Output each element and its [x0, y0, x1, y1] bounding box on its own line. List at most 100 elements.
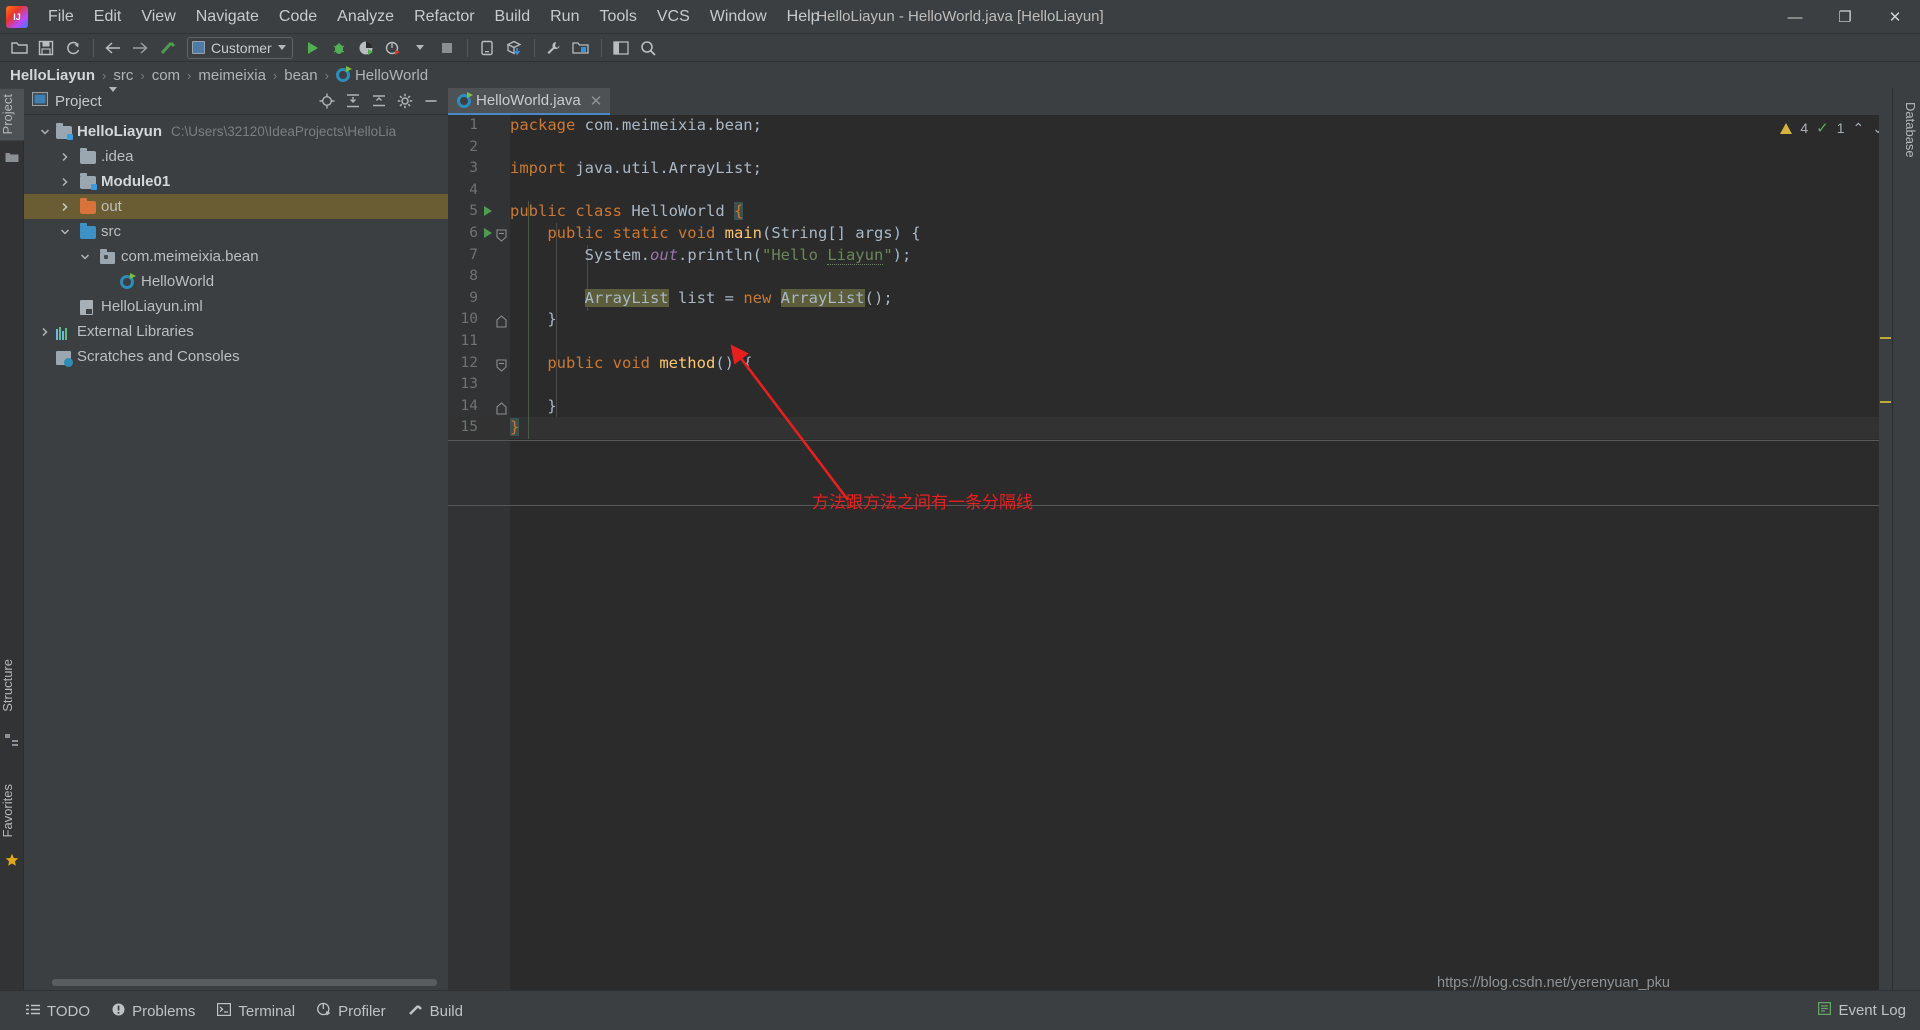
tree-item-package[interactable]: com.meimeixia.bean: [24, 244, 448, 269]
menu-analyze[interactable]: Analyze: [327, 4, 404, 30]
menu-build[interactable]: Build: [485, 4, 541, 30]
folder-icon[interactable]: [5, 150, 19, 164]
menu-window[interactable]: Window: [700, 4, 777, 30]
run-gutter-icon[interactable]: [484, 227, 492, 238]
tree-item-helloliayun[interactable]: HelloLiayun C:\Users\32120\IdeaProjects\…: [24, 119, 448, 144]
close-button[interactable]: ✕: [1870, 0, 1920, 34]
profile-icon[interactable]: [380, 36, 406, 60]
tree-item-iml-file[interactable]: HelloLiayun.iml: [24, 294, 448, 319]
menu-vcs[interactable]: VCS: [647, 4, 700, 30]
code-line[interactable]: 15}: [448, 417, 1892, 439]
tree-item-module01[interactable]: Module01: [24, 169, 448, 194]
open-folder-icon[interactable]: [6, 36, 32, 60]
tree-item-scratches[interactable]: Scratches and Consoles: [24, 344, 448, 369]
menu-run[interactable]: Run: [540, 4, 589, 30]
locate-icon[interactable]: [314, 90, 340, 112]
menu-code[interactable]: Code: [269, 4, 327, 30]
status-terminal[interactable]: Terminal: [217, 1003, 295, 1020]
code-line[interactable]: 5 public class HelloWorld {: [448, 201, 1892, 223]
code-line[interactable]: 12 public void method() {: [448, 353, 1892, 375]
forward-arrow-icon[interactable]: [127, 36, 153, 60]
breadcrumb-item-project[interactable]: HelloLiayun: [10, 67, 95, 84]
fold-close-icon[interactable]: [496, 313, 507, 328]
debug-icon[interactable]: [326, 36, 352, 60]
code-line[interactable]: 7 System.out.println("Hello Liayun");: [448, 245, 1892, 267]
layout-icon[interactable]: [608, 36, 634, 60]
code-line[interactable]: 9 ArrayList list = new ArrayList();: [448, 288, 1892, 310]
code-line[interactable]: 10 }: [448, 309, 1892, 331]
update-project-icon[interactable]: [501, 36, 527, 60]
run-configuration-selector[interactable]: Customer: [187, 36, 293, 59]
tree-item-external-libraries[interactable]: External Libraries: [24, 319, 448, 344]
structure-icon[interactable]: [5, 733, 19, 747]
maximize-button[interactable]: ❐: [1820, 0, 1870, 34]
tree-item-out[interactable]: out: [24, 194, 448, 219]
menu-file[interactable]: File: [38, 4, 84, 30]
status-problems[interactable]: Problems: [112, 1003, 195, 1020]
code-line[interactable]: 11: [448, 331, 1892, 353]
chevron-right-icon[interactable]: [58, 150, 72, 164]
warning-marker[interactable]: [1880, 401, 1891, 403]
run-with-coverage-icon[interactable]: [353, 36, 379, 60]
sidebar-item-database[interactable]: Database: [1894, 96, 1918, 164]
close-icon[interactable]: ✕: [590, 92, 603, 110]
fold-open-icon[interactable]: [496, 357, 507, 372]
breadcrumb-item-meimeixia[interactable]: meimeixia: [198, 67, 266, 84]
star-icon[interactable]: [5, 853, 19, 867]
run-gutter-icon[interactable]: [484, 206, 492, 217]
code-line[interactable]: 3 import java.util.ArrayList;: [448, 158, 1892, 180]
warning-marker[interactable]: [1880, 337, 1891, 339]
menu-tools[interactable]: Tools: [589, 4, 646, 30]
chevron-down-icon[interactable]: [108, 87, 117, 110]
chevron-right-icon[interactable]: [38, 325, 52, 339]
save-icon[interactable]: [33, 36, 59, 60]
code-line[interactable]: 1 package com.meimeixia.bean;: [448, 115, 1892, 137]
settings-gear-icon[interactable]: [392, 90, 418, 112]
fold-close-icon[interactable]: [496, 400, 507, 415]
status-build[interactable]: Build: [408, 1002, 463, 1020]
menu-refactor[interactable]: Refactor: [404, 4, 484, 30]
project-structure-icon[interactable]: [568, 36, 594, 60]
search-icon[interactable]: [635, 36, 661, 60]
tree-item-src[interactable]: src: [24, 219, 448, 244]
tree-item-helloworld-class[interactable]: HelloWorld: [24, 269, 448, 294]
menu-edit[interactable]: Edit: [84, 4, 132, 30]
chevron-down-icon[interactable]: [38, 125, 52, 139]
chevron-down-icon[interactable]: [58, 225, 72, 239]
breadcrumb-item-bean[interactable]: bean: [284, 67, 317, 84]
minimize-button[interactable]: —: [1770, 0, 1820, 34]
sidebar-item-structure[interactable]: Structure: [0, 653, 24, 718]
editor-marker-bar[interactable]: [1879, 115, 1892, 990]
chevron-down-icon[interactable]: [78, 250, 92, 264]
tab-helloworld-java[interactable]: HelloWorld.java ✕: [448, 88, 611, 115]
menu-navigate[interactable]: Navigate: [186, 4, 269, 30]
inspection-widget[interactable]: 4 ✓ 1 ⌃ ⌄: [1780, 119, 1884, 137]
project-panel-hscrollbar[interactable]: [52, 979, 437, 986]
settings-wrench-icon[interactable]: [541, 36, 567, 60]
sidebar-item-favorites[interactable]: Favorites: [0, 778, 24, 843]
run-icon[interactable]: [299, 36, 325, 60]
code-line[interactable]: 14 }: [448, 396, 1892, 418]
sidebar-item-project[interactable]: Project: [0, 88, 24, 141]
menu-view[interactable]: View: [131, 4, 185, 30]
breadcrumb-item-com[interactable]: com: [152, 67, 180, 84]
hide-panel-icon[interactable]: [418, 90, 444, 112]
collapse-all-icon[interactable]: [366, 90, 392, 112]
breadcrumb-item-helloworld[interactable]: HelloWorld: [355, 67, 428, 84]
breadcrumb-item-src[interactable]: src: [113, 67, 133, 84]
device-manager-icon[interactable]: [474, 36, 500, 60]
fold-open-icon[interactable]: [496, 227, 507, 242]
stop-icon[interactable]: [434, 36, 460, 60]
chevron-right-icon[interactable]: [58, 175, 72, 189]
build-hammer-icon[interactable]: [154, 36, 180, 60]
menu-help[interactable]: Help: [777, 4, 830, 30]
code-line[interactable]: 2: [448, 137, 1892, 159]
sync-icon[interactable]: [60, 36, 86, 60]
status-event-log[interactable]: Event Log: [1818, 1001, 1906, 1019]
chevron-right-icon[interactable]: [58, 200, 72, 214]
code-line[interactable]: 8: [448, 266, 1892, 288]
code-editor[interactable]: 1 package com.meimeixia.bean; 2 3 import jav…: [448, 115, 1892, 990]
back-arrow-icon[interactable]: [100, 36, 126, 60]
chevron-down-icon[interactable]: [407, 36, 433, 60]
code-line[interactable]: 13: [448, 374, 1892, 396]
